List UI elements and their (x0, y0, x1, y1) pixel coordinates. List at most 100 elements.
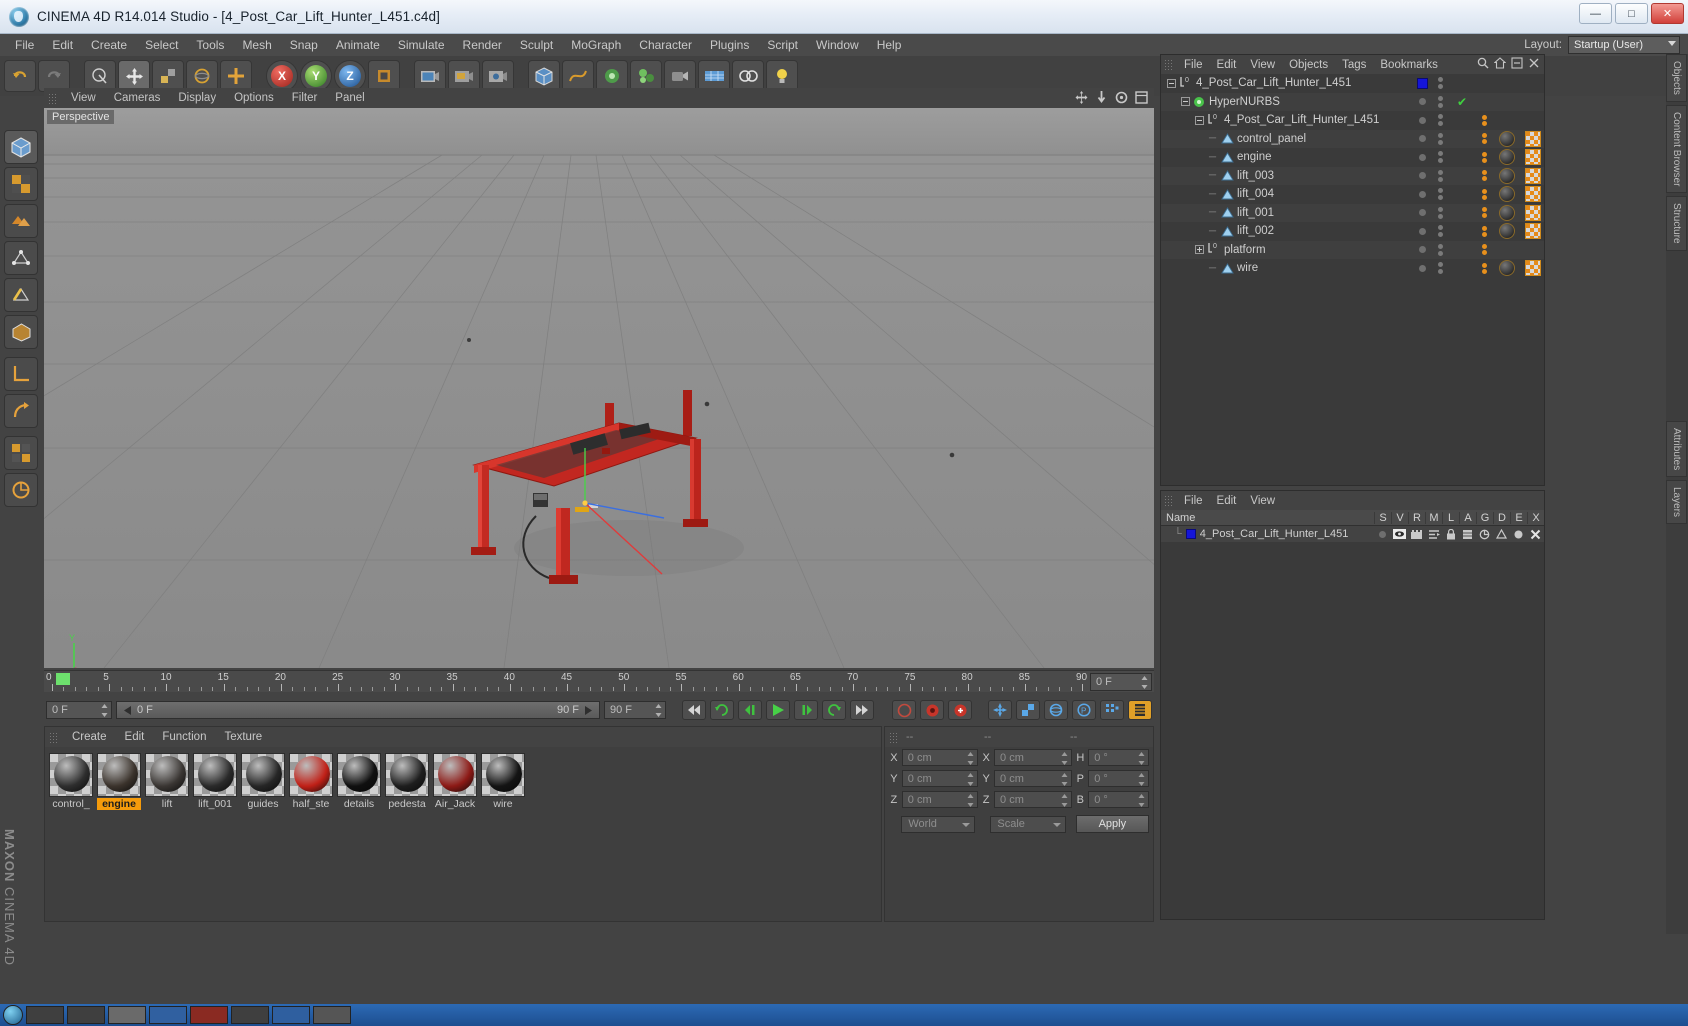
material-preview-icon[interactable] (49, 753, 93, 797)
stepper-icon[interactable] (1061, 773, 1068, 786)
object-tree-row[interactable]: ─ wire (1161, 259, 1544, 278)
material-swatch[interactable]: details (337, 753, 381, 810)
polygon-faces-mode-tool[interactable] (4, 315, 38, 349)
viewport-menu-filter[interactable]: Filter (283, 92, 327, 104)
autokeying-button[interactable] (948, 700, 972, 720)
visibility-dots[interactable] (1438, 151, 1448, 164)
maximize-button[interactable]: □ (1615, 3, 1648, 24)
stepper-icon[interactable] (655, 704, 662, 717)
object-tree-row[interactable]: HyperNURBS ✔ (1161, 92, 1544, 111)
dock-tab-content-browser[interactable]: Content Browser (1666, 104, 1687, 194)
rotate-view-icon[interactable] (1115, 91, 1128, 104)
material-preview-icon[interactable] (481, 753, 525, 797)
visibility-dot[interactable] (1418, 135, 1426, 143)
pan-view-icon[interactable] (1075, 91, 1088, 104)
menu-item-plugins[interactable]: Plugins (701, 34, 758, 56)
uvw-tag-icon[interactable] (1525, 149, 1541, 166)
object-menu-tags[interactable]: Tags (1335, 59, 1373, 71)
object-tree-row[interactable]: ─ lift_003 (1161, 166, 1544, 185)
pos-x-field[interactable]: 0 cm (901, 749, 979, 766)
material-preview-icon[interactable] (433, 753, 477, 797)
pos-z-field[interactable]: 0 cm (901, 791, 979, 808)
rot-h-field[interactable]: 0 ° (1088, 749, 1149, 766)
enable-axis-tool[interactable] (4, 394, 38, 428)
home-icon[interactable] (1493, 57, 1507, 72)
object-tree-row[interactable]: 0 4_Post_Car_Lift_Hunter_L451 (1161, 74, 1544, 93)
material-swatch[interactable]: pedesta (385, 753, 429, 810)
menu-item-create[interactable]: Create (82, 34, 136, 56)
layer-cell-a[interactable] (1459, 529, 1476, 540)
object-menu-edit[interactable]: Edit (1210, 59, 1244, 71)
material-menu-edit[interactable]: Edit (116, 731, 154, 743)
taskbar-item[interactable] (231, 1006, 269, 1024)
lock-workplane-tool[interactable] (4, 436, 38, 470)
material-swatch[interactable]: lift_001 (193, 753, 237, 810)
keyframe-parameter-button[interactable]: P (1072, 700, 1096, 720)
dock-tab-layers[interactable]: Layers (1666, 480, 1687, 525)
layer-menu-view[interactable]: View (1243, 495, 1282, 507)
uvw-tag-icon[interactable] (1525, 130, 1541, 147)
layer-cell-e[interactable] (1510, 529, 1527, 540)
texture-mode-tool[interactable] (4, 167, 38, 201)
minimize-button[interactable]: — (1579, 3, 1612, 24)
layer-column-a[interactable]: A (1459, 511, 1476, 524)
visibility-dots[interactable] (1438, 188, 1448, 201)
object-tree-row[interactable]: ─ lift_004 (1161, 185, 1544, 204)
go-to-end-button[interactable] (850, 700, 874, 720)
menu-item-mograph[interactable]: MoGraph (562, 34, 630, 56)
loop-reverse-button[interactable] (822, 700, 846, 720)
material-preview-icon[interactable] (337, 753, 381, 797)
material-swatch[interactable]: Air_Jack (433, 753, 477, 810)
material-menu-texture[interactable]: Texture (215, 731, 271, 743)
material-tag-icon[interactable] (1499, 186, 1515, 203)
uvw-tag-icon[interactable] (1525, 204, 1541, 221)
visibility-dots[interactable] (1438, 243, 1448, 256)
apply-button[interactable]: Apply (1075, 815, 1149, 833)
visibility-dot[interactable] (1418, 172, 1426, 180)
visibility-dots[interactable] (1438, 262, 1448, 275)
layer-menu-edit[interactable]: Edit (1210, 495, 1244, 507)
point-mode-tool[interactable] (4, 241, 38, 275)
visibility-dot[interactable] (1418, 227, 1426, 235)
size-x-field[interactable]: 0 cm (994, 749, 1073, 766)
go-to-start-button[interactable] (682, 700, 706, 720)
layout-views-icon[interactable] (1135, 91, 1148, 104)
collapse-toggle-icon[interactable] (1181, 97, 1190, 107)
close-icon[interactable] (1528, 57, 1540, 72)
layer-cell-x[interactable] (1527, 529, 1544, 540)
loop-button[interactable] (710, 700, 734, 720)
layer-row[interactable]: └ 4_Post_Car_Lift_Hunter_L451 (1161, 526, 1544, 542)
material-tag-icon[interactable] (1499, 204, 1515, 221)
keyframe-position-button[interactable] (988, 700, 1012, 720)
layer-cell-v[interactable] (1391, 529, 1408, 539)
material-preview-icon[interactable] (145, 753, 189, 797)
taskbar-item[interactable] (67, 1006, 105, 1024)
material-menu-function[interactable]: Function (153, 731, 215, 743)
panel-grip-icon[interactable] (889, 731, 898, 743)
panel-grip-icon[interactable] (48, 92, 57, 104)
taskbar-item[interactable] (190, 1006, 228, 1024)
panel-grip-icon[interactable] (1164, 59, 1173, 70)
layer-column-e[interactable]: E (1510, 511, 1527, 524)
layer-cell-l[interactable] (1442, 528, 1459, 540)
menu-item-simulate[interactable]: Simulate (389, 34, 454, 56)
layout-dropdown[interactable]: Startup (User) (1568, 35, 1680, 54)
object-tree[interactable]: 0 4_Post_Car_Lift_Hunter_L451 HyperNURBS ✔ 0… (1161, 74, 1544, 278)
end-frame-field[interactable]: 90 F (604, 701, 666, 719)
object-menu-file[interactable]: File (1177, 59, 1210, 71)
collapse-toggle-icon[interactable] (1195, 115, 1204, 125)
viewport-menu-cameras[interactable]: Cameras (105, 92, 170, 104)
menu-item-animate[interactable]: Animate (327, 34, 389, 56)
visibility-dots[interactable] (1438, 114, 1448, 127)
axis-mode-tool[interactable] (4, 357, 38, 391)
edge-mode-tool[interactable] (4, 278, 38, 312)
menu-item-sculpt[interactable]: Sculpt (511, 34, 562, 56)
undo-button[interactable] (4, 60, 36, 92)
viewport-menu-display[interactable]: Display (169, 92, 225, 104)
stepper-icon[interactable] (1061, 794, 1068, 807)
uvw-tag-icon[interactable] (1525, 260, 1541, 277)
collapse-icon[interactable] (1511, 57, 1523, 72)
material-preview-icon[interactable] (193, 753, 237, 797)
layer-menu-file[interactable]: File (1177, 495, 1210, 507)
keyframe-scale-button[interactable] (1016, 700, 1040, 720)
